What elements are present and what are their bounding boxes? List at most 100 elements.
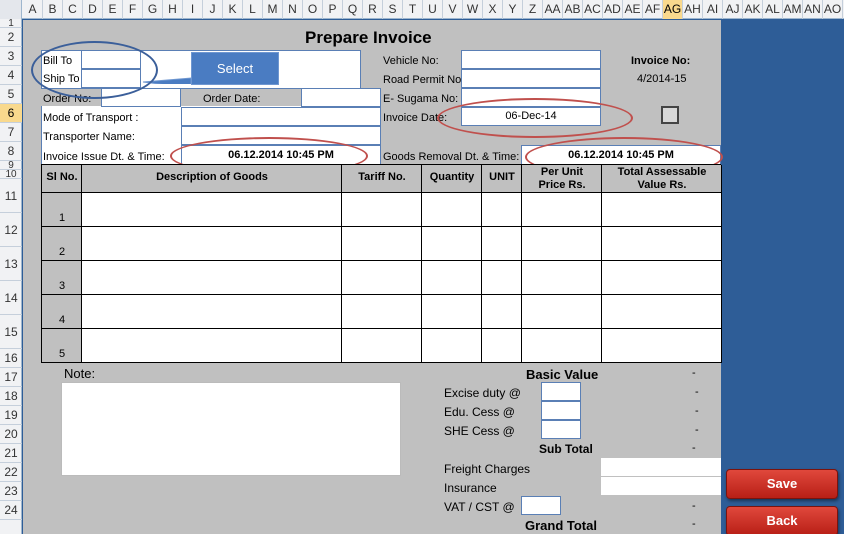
mode-of-transport-field[interactable] <box>181 107 381 126</box>
column-header-p[interactable]: P <box>323 0 343 19</box>
table-cell-unit[interactable] <box>482 261 522 295</box>
vat-cst-rate-field[interactable] <box>521 496 561 515</box>
table-cell-price[interactable] <box>522 227 602 261</box>
table-cell-unit[interactable] <box>482 329 522 363</box>
table-cell-tariff[interactable] <box>342 193 422 227</box>
row-header-4[interactable]: 4 <box>0 66 22 85</box>
column-header-ah[interactable]: AH <box>683 0 703 19</box>
table-cell-quantity[interactable] <box>422 329 482 363</box>
table-cell-quantity[interactable] <box>422 295 482 329</box>
row-header-23[interactable]: 23 <box>0 482 22 501</box>
table-cell-total[interactable] <box>602 227 722 261</box>
table-cell-description[interactable] <box>82 193 342 227</box>
table-cell-tariff[interactable] <box>342 329 422 363</box>
excise-duty-rate-field[interactable] <box>541 382 581 401</box>
table-cell-price[interactable] <box>522 193 602 227</box>
road-permit-field[interactable] <box>461 69 601 88</box>
table-cell-unit[interactable] <box>482 193 522 227</box>
column-header-c[interactable]: C <box>63 0 83 19</box>
column-header-ad[interactable]: AD <box>603 0 623 19</box>
table-cell-unit[interactable] <box>482 295 522 329</box>
row-header-5[interactable]: 5 <box>0 85 22 104</box>
she-cess-rate-field[interactable] <box>541 420 581 439</box>
freight-charges-field[interactable] <box>601 458 721 476</box>
row-header-18[interactable]: 18 <box>0 387 22 406</box>
column-header-g[interactable]: G <box>143 0 163 19</box>
column-header-ae[interactable]: AE <box>623 0 643 19</box>
row-header-20[interactable]: 20 <box>0 425 22 444</box>
column-header-s[interactable]: S <box>383 0 403 19</box>
row-header-14[interactable]: 14 <box>0 281 22 315</box>
table-cell-total[interactable] <box>602 329 722 363</box>
column-header-d[interactable]: D <box>83 0 103 19</box>
column-header-ac[interactable]: AC <box>583 0 603 19</box>
table-cell-total[interactable] <box>602 295 722 329</box>
row-header-10[interactable]: 10 <box>0 170 22 180</box>
vehicle-no-field[interactable] <box>461 50 601 69</box>
column-header-k[interactable]: K <box>223 0 243 19</box>
column-header-z[interactable]: Z <box>523 0 543 19</box>
save-button[interactable]: Save <box>726 469 838 499</box>
column-header-i[interactable]: I <box>183 0 203 19</box>
column-header-ag[interactable]: AG <box>663 0 683 19</box>
row-header-16[interactable]: 16 <box>0 349 22 368</box>
table-cell-description[interactable] <box>82 261 342 295</box>
table-cell-tariff[interactable] <box>342 295 422 329</box>
row-header-22[interactable]: 22 <box>0 463 22 482</box>
table-cell-total[interactable] <box>602 193 722 227</box>
column-header-u[interactable]: U <box>423 0 443 19</box>
column-header-b[interactable]: B <box>43 0 63 19</box>
column-header-ai[interactable]: AI <box>703 0 723 19</box>
edu-cess-rate-field[interactable] <box>541 401 581 420</box>
column-header-aa[interactable]: AA <box>543 0 563 19</box>
table-cell-tariff[interactable] <box>342 261 422 295</box>
column-header-ao[interactable]: AO <box>823 0 843 19</box>
table-cell-quantity[interactable] <box>422 227 482 261</box>
column-header-w[interactable]: W <box>463 0 483 19</box>
column-header-af[interactable]: AF <box>643 0 663 19</box>
table-cell-price[interactable] <box>522 261 602 295</box>
row-header-13[interactable]: 13 <box>0 247 22 281</box>
table-cell-unit[interactable] <box>482 227 522 261</box>
column-header-e[interactable]: E <box>103 0 123 19</box>
insurance-field[interactable] <box>601 477 721 495</box>
column-header-r[interactable]: R <box>363 0 383 19</box>
row-header-24[interactable]: 24 <box>0 501 22 520</box>
row-header-7[interactable]: 7 <box>0 123 22 142</box>
column-header-f[interactable]: F <box>123 0 143 19</box>
column-header-x[interactable]: X <box>483 0 503 19</box>
row-header-3[interactable]: 3 <box>0 47 22 66</box>
row-header-15[interactable]: 15 <box>0 315 22 349</box>
table-cell-description[interactable] <box>82 295 342 329</box>
table-cell-price[interactable] <box>522 329 602 363</box>
column-header-aj[interactable]: AJ <box>723 0 743 19</box>
table-cell-total[interactable] <box>602 261 722 295</box>
column-header-y[interactable]: Y <box>503 0 523 19</box>
column-header-am[interactable]: AM <box>783 0 803 19</box>
table-cell-quantity[interactable] <box>422 193 482 227</box>
column-header-an[interactable]: AN <box>803 0 823 19</box>
column-header-ab[interactable]: AB <box>563 0 583 19</box>
back-button[interactable]: Back <box>726 506 838 534</box>
column-header-q[interactable]: Q <box>343 0 363 19</box>
table-cell-description[interactable] <box>82 227 342 261</box>
row-header-1[interactable]: 1 <box>0 19 22 29</box>
row-header-12[interactable]: 12 <box>0 213 22 247</box>
column-header-j[interactable]: J <box>203 0 223 19</box>
row-header-11[interactable]: 11 <box>0 179 22 213</box>
column-header-m[interactable]: M <box>263 0 283 19</box>
row-header-17[interactable]: 17 <box>0 368 22 387</box>
table-cell-price[interactable] <box>522 295 602 329</box>
table-cell-tariff[interactable] <box>342 227 422 261</box>
column-header-n[interactable]: N <box>283 0 303 19</box>
column-header-ak[interactable]: AK <box>743 0 763 19</box>
note-textarea[interactable] <box>61 382 401 476</box>
row-header-6[interactable]: 6 <box>0 104 22 123</box>
row-header-8[interactable]: 8 <box>0 142 22 161</box>
table-cell-description[interactable] <box>82 329 342 363</box>
row-header-21[interactable]: 21 <box>0 444 22 463</box>
row-header-2[interactable]: 2 <box>0 28 22 47</box>
column-header-l[interactable]: L <box>243 0 263 19</box>
column-header-h[interactable]: H <box>163 0 183 19</box>
select-callout-button[interactable]: Select <box>191 52 279 85</box>
